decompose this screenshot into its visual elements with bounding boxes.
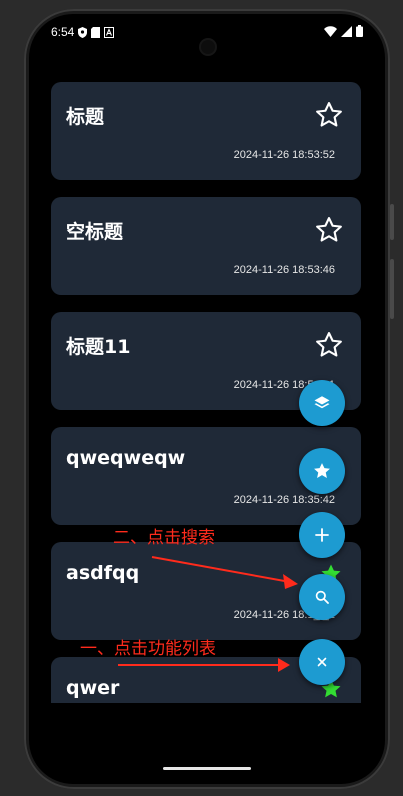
wifi-icon — [324, 25, 337, 37]
star-icon — [314, 463, 330, 478]
layers-icon — [314, 396, 330, 409]
search-button[interactable] — [299, 574, 345, 620]
signal-icon — [341, 25, 352, 37]
close-menu-button[interactable] — [299, 639, 345, 685]
note-title: 标题11 — [66, 336, 131, 358]
note-timestamp: 2024-11-26 18:53:46 — [233, 264, 335, 276]
search-icon — [315, 590, 329, 604]
home-indicator[interactable] — [163, 767, 251, 770]
shield-icon — [78, 26, 88, 38]
battery-icon — [356, 25, 363, 37]
note-title: 标题 — [66, 106, 105, 128]
volume-down-button — [390, 259, 394, 319]
note-title: 空标题 — [66, 221, 124, 243]
phone-frame: 6:54 标题 2024-11-26 18:53:52 空标题 2024-11-… — [24, 9, 394, 789]
front-camera — [201, 40, 215, 54]
sd-card-icon — [91, 26, 101, 38]
note-card[interactable]: 标题 2024-11-26 18:53:52 — [51, 82, 361, 180]
favorites-button[interactable] — [299, 448, 345, 494]
add-button[interactable] — [299, 512, 345, 558]
phone-screen: 6:54 标题 2024-11-26 18:53:52 空标题 2024-11-… — [29, 14, 385, 784]
annotation-step-one: 一、点击功能列表 — [80, 639, 216, 659]
star-outline-icon[interactable] — [314, 215, 344, 245]
layers-button[interactable] — [299, 380, 345, 426]
plus-icon — [315, 528, 329, 542]
volume-up-button — [390, 204, 394, 240]
status-time: 6:54 — [51, 25, 75, 39]
note-timestamp: 2024-11-26 18:35:42 — [233, 494, 335, 506]
text-icon — [104, 26, 115, 38]
note-title: asdfqq — [66, 562, 140, 584]
note-title: qweqweqw — [66, 447, 186, 469]
note-timestamp: 2024-11-26 18:53:52 — [233, 149, 335, 161]
annotation-step-two: 二、点击搜索 — [113, 528, 215, 548]
close-icon — [317, 657, 327, 667]
star-outline-icon[interactable] — [314, 330, 344, 360]
note-title: qwer — [66, 677, 120, 699]
star-outline-icon[interactable] — [314, 100, 344, 130]
note-card[interactable]: 空标题 2024-11-26 18:53:46 — [51, 197, 361, 295]
